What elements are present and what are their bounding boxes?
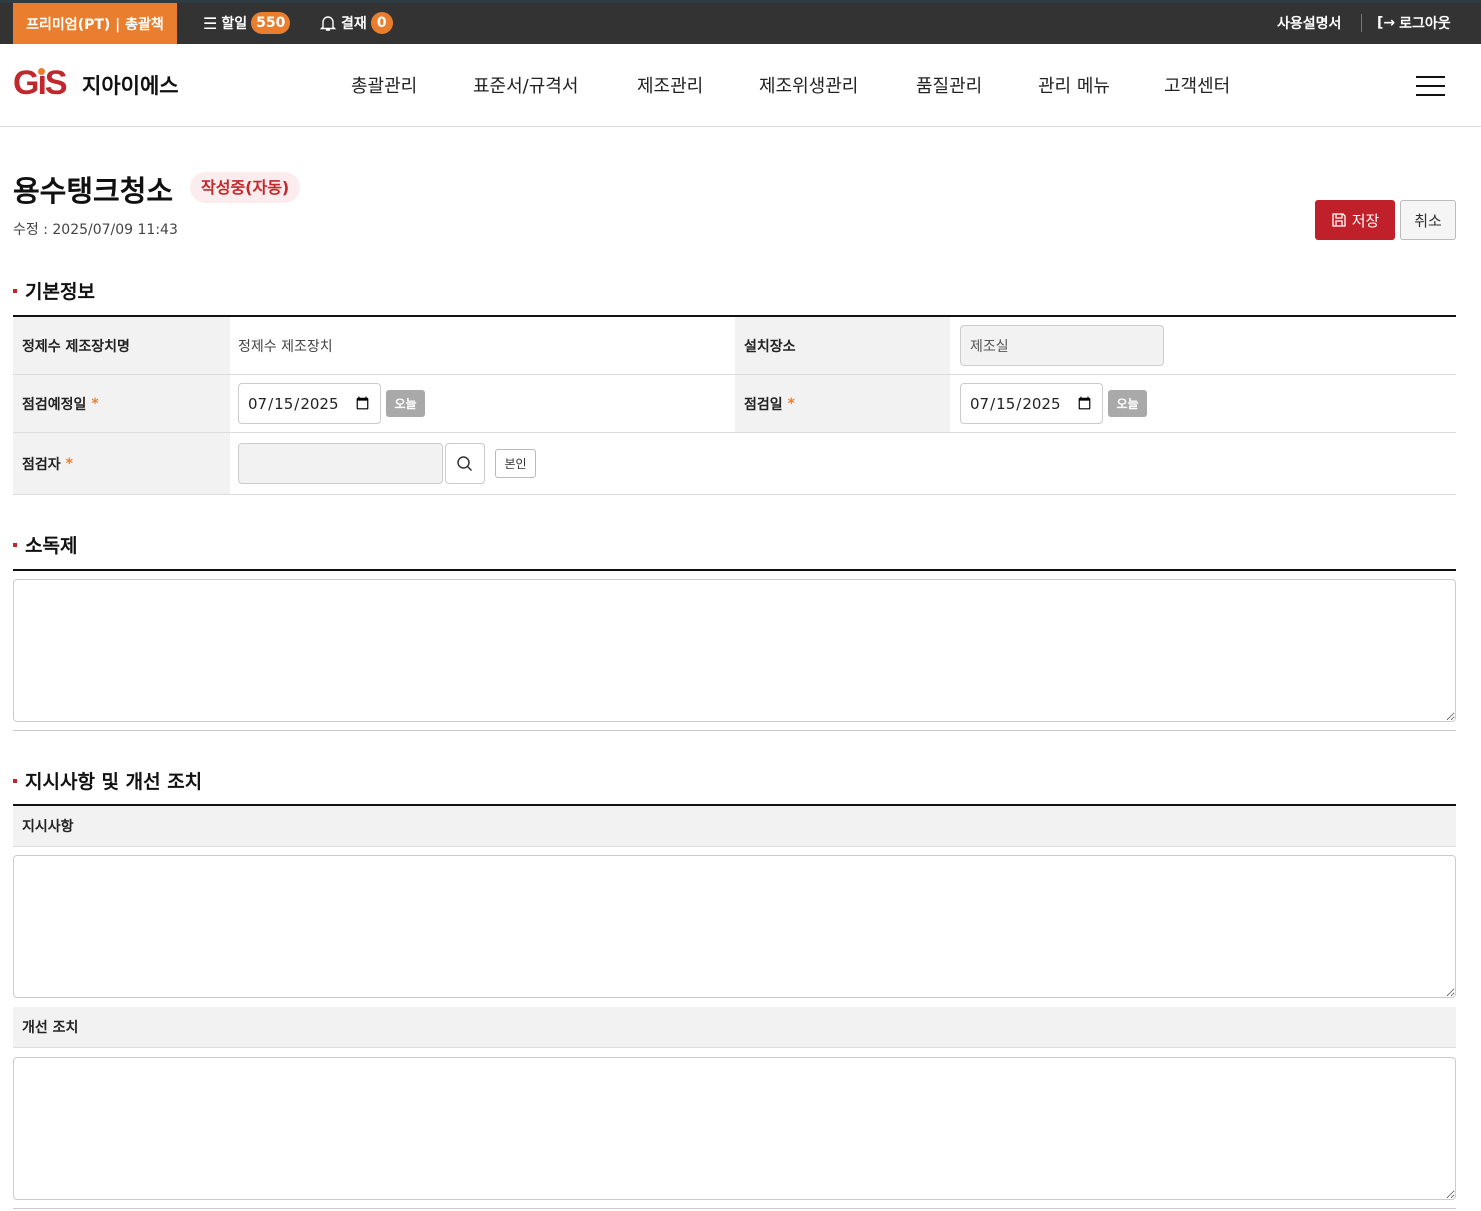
- nav-general[interactable]: 총괄관리: [351, 72, 417, 98]
- inspection-today-button[interactable]: 오늘: [1108, 390, 1147, 417]
- instructions-textarea[interactable]: [13, 855, 1456, 998]
- bell-icon: [319, 16, 337, 31]
- divider: [13, 1208, 1456, 1209]
- todo-count: 550: [251, 12, 291, 34]
- company-name[interactable]: 지아이에스: [82, 70, 179, 100]
- inspector-label: 점검자 *: [13, 433, 230, 494]
- table-row: 점검예정일* 오늘 점검일* 오늘: [13, 375, 1456, 433]
- nav-admin[interactable]: 관리 메뉴: [1038, 72, 1110, 98]
- nav-standards[interactable]: 표준서/규격서: [473, 72, 578, 98]
- cancel-button[interactable]: 취소: [1400, 200, 1456, 240]
- plan-badge[interactable]: 프리미엄(PT) | 총괄책: [13, 3, 177, 44]
- divider: [1361, 14, 1362, 32]
- planned-date-label: 점검예정일 *: [13, 375, 230, 432]
- device-value: 정제수 제조장치: [238, 338, 333, 355]
- planned-today-button[interactable]: 오늘: [386, 390, 425, 417]
- nav-support[interactable]: 고객센터: [1164, 72, 1230, 98]
- section-disinfectant: 소독제: [13, 531, 77, 558]
- planned-date-input[interactable]: [238, 383, 381, 424]
- hamburger-menu-icon[interactable]: [1416, 76, 1445, 103]
- table-row: 점검자 * 본인: [13, 433, 1456, 495]
- section-instructions: 지시사항 및 개선 조치: [13, 767, 202, 794]
- self-button[interactable]: 본인: [495, 449, 536, 478]
- divider: [13, 569, 1456, 571]
- manual-link[interactable]: 사용설명서: [1277, 11, 1341, 35]
- nav-quality[interactable]: 품질관리: [916, 72, 982, 98]
- logo[interactable]: Gı S: [13, 64, 68, 103]
- bullet-icon: [13, 778, 17, 783]
- logout-link[interactable]: [→ 로그아웃: [1377, 11, 1451, 35]
- improvement-textarea[interactable]: [13, 1057, 1456, 1200]
- bullet-icon: [13, 288, 17, 293]
- save-label: 저장: [1351, 212, 1380, 230]
- list-icon: ☰: [203, 13, 218, 33]
- logout-label: 로그아웃: [1399, 16, 1451, 32]
- modified-time: 수정 : 2025/07/09 11:43: [13, 222, 178, 238]
- approval-count: 0: [370, 12, 393, 34]
- nav-hygiene[interactable]: 제조위생관리: [759, 72, 858, 98]
- header: [0, 44, 1481, 127]
- location-label: 설치장소: [735, 317, 950, 374]
- logout-icon: [→: [1377, 15, 1396, 31]
- todo-label: 할일: [221, 16, 248, 32]
- nav-manufacturing[interactable]: 제조관리: [637, 72, 703, 98]
- page-title: 용수탱크청소: [13, 174, 174, 208]
- location-input[interactable]: 제조실: [960, 325, 1164, 366]
- inspection-date-label: 점검일 *: [735, 375, 950, 432]
- search-icon: [457, 455, 473, 471]
- approval-link[interactable]: 결재 0: [319, 11, 393, 35]
- bullet-icon: [13, 542, 17, 547]
- disinfectant-textarea[interactable]: [13, 579, 1456, 722]
- status-badge: 작성중(자동): [190, 172, 301, 203]
- divider: [13, 730, 1456, 731]
- approval-label: 결재: [341, 16, 367, 32]
- save-button[interactable]: 저장: [1315, 200, 1395, 240]
- inspection-date-input[interactable]: [960, 383, 1103, 424]
- save-icon: [1332, 213, 1346, 227]
- inspector-input[interactable]: [238, 443, 443, 484]
- todo-link[interactable]: ☰ 할일 550: [203, 11, 291, 35]
- improvement-label: 개선 조치: [13, 1007, 1456, 1048]
- section-basic-info: 기본정보: [13, 277, 95, 304]
- device-label: 정제수 제조장치명: [13, 317, 230, 374]
- search-button[interactable]: [445, 443, 485, 484]
- table-row: 정제수 제조장치명 정제수 제조장치 설치장소 제조실: [13, 317, 1456, 375]
- instructions-label: 지시사항: [13, 806, 1456, 847]
